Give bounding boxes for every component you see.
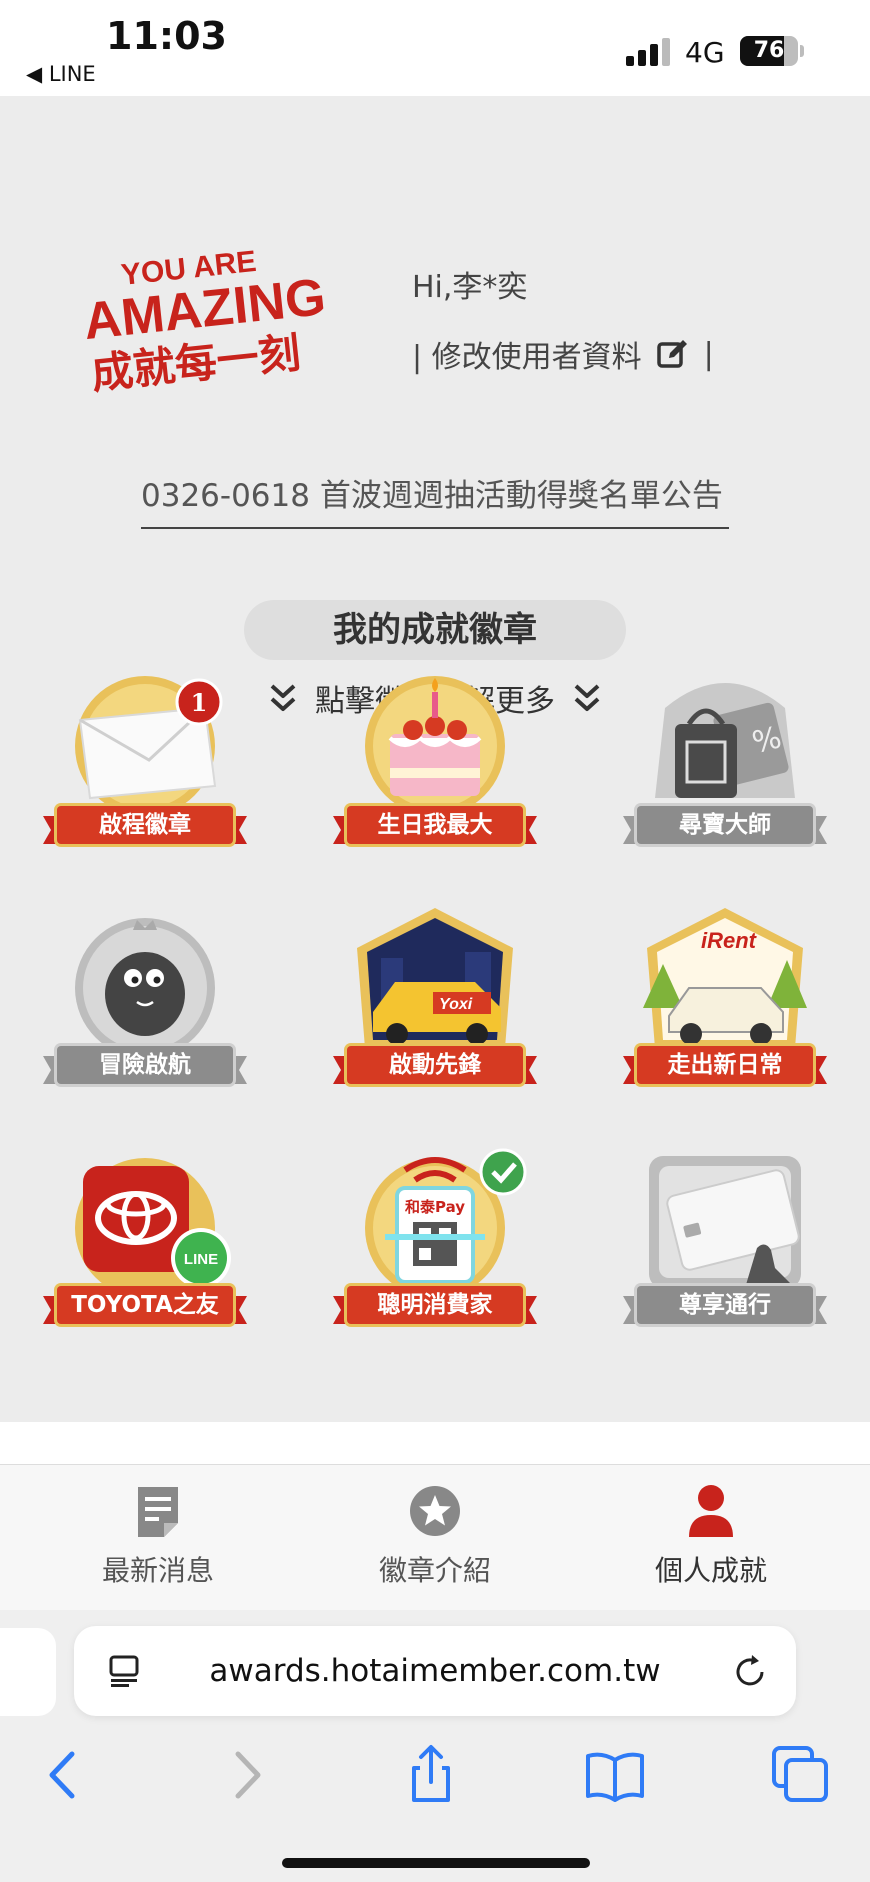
mascot-icon	[75, 918, 215, 1058]
content-card-edge	[0, 1422, 870, 1464]
person-icon	[689, 1485, 733, 1537]
toyota-line-icon: LINE	[75, 1158, 231, 1298]
star-badge-icon	[410, 1486, 460, 1536]
badge-label: 尊享通行	[637, 1286, 813, 1324]
badge-label: 尋寶大師	[637, 806, 813, 844]
badge-label: 啟程徽章	[57, 806, 233, 844]
url-text: awards.hotaimember.com.tw	[209, 1653, 661, 1689]
line-brand: LINE	[184, 1251, 218, 1268]
envelope-icon: 1	[75, 676, 223, 816]
tab-news[interactable]: 最新消息	[58, 1483, 258, 1589]
birthday-cake-icon	[365, 676, 505, 816]
badge-notification-count: 1	[191, 688, 208, 717]
tab-badge-intro-label: 徽章介紹	[378, 1554, 491, 1587]
battery-tip	[800, 45, 804, 57]
badge-adventure-start[interactable]: 冒險啟航	[43, 908, 247, 1098]
share-icon[interactable]	[396, 1740, 466, 1810]
badge-treasure-hunter[interactable]: % 尋寶大師	[623, 668, 827, 858]
badges-section-title: 我的成就徽章	[244, 600, 626, 660]
badge-start-journey[interactable]: 1 啟程徽章	[43, 668, 247, 858]
double-chevron-down-icon	[574, 684, 600, 711]
badge-new-normal[interactable]: iRent 走出新日常	[623, 908, 827, 1098]
main-content: YOU ARE AMAZING 成就每一刻 Hi,李*奕 | 修改使用者資料 |…	[0, 96, 870, 1422]
tab-my-achievements[interactable]: 個人成就	[611, 1483, 811, 1589]
address-bar[interactable]: awards.hotaimember.com.tw	[74, 1626, 796, 1716]
irent-brand: iRent	[701, 928, 758, 953]
home-indicator[interactable]	[282, 1858, 590, 1868]
double-chevron-down-icon	[270, 684, 296, 711]
announcement-link[interactable]: 0326-0618 首波週週抽活動得獎名單公告	[141, 470, 729, 529]
forward-icon[interactable]	[212, 1740, 282, 1810]
badge-vip-pass[interactable]: 尊享通行	[623, 1148, 827, 1338]
status-bar: 11:03 ◀ LINE 4G 76	[0, 0, 870, 96]
edit-icon	[656, 340, 687, 368]
cellular-signal-icon	[626, 38, 670, 66]
taxi-icon: Yoxi	[357, 908, 513, 1048]
reload-icon[interactable]	[732, 1654, 768, 1690]
back-to-app-link[interactable]: ◀ LINE	[26, 62, 96, 86]
member-card-icon	[649, 1156, 801, 1288]
battery-percent: 76	[753, 38, 785, 63]
browser-toolbar: awards.hotaimember.com.tw	[0, 1610, 870, 1882]
badge-label: 走出新日常	[637, 1046, 813, 1084]
edit-profile-label: | 修改使用者資料	[412, 340, 642, 375]
tab-my-achievements-label: 個人成就	[654, 1554, 767, 1587]
badge-label: 生日我最大	[347, 806, 523, 844]
tab-badge-intro[interactable]: 徽章介紹	[335, 1483, 535, 1589]
tabs-icon[interactable]	[766, 1740, 836, 1810]
edit-profile-suffix: |	[703, 336, 714, 372]
back-icon[interactable]	[28, 1740, 98, 1810]
bottom-tab-bar: 最新消息 徽章介紹 個人成就	[0, 1464, 870, 1612]
user-greeting: Hi,李*奕	[412, 270, 528, 305]
badge-smart-consumer[interactable]: 和泰Pay 聰明消費家	[333, 1148, 537, 1338]
you-are-amazing-logo: YOU ARE AMAZING 成就每一刻	[81, 245, 328, 396]
bookmarks-icon[interactable]	[580, 1740, 650, 1810]
badge-label: 聰明消費家	[347, 1286, 523, 1324]
badge-toyota-friend[interactable]: LINE TOYOTA之友	[43, 1148, 247, 1338]
badge-label: TOYOTA之友	[57, 1286, 233, 1324]
news-icon	[138, 1487, 178, 1537]
status-time: 11:03	[106, 14, 227, 58]
hotai-pay-brand: 和泰Pay	[405, 1198, 465, 1216]
badge-birthday[interactable]: 生日我最大	[333, 668, 537, 858]
hotai-pay-icon: 和泰Pay	[365, 1148, 527, 1298]
battery-icon: 76	[740, 36, 798, 66]
tab-news-label: 最新消息	[101, 1554, 214, 1587]
edit-profile-link[interactable]: | 修改使用者資料 |	[412, 332, 714, 376]
shopping-bag-icon: %	[655, 683, 795, 798]
badge-label: 冒險啟航	[57, 1046, 233, 1084]
badge-label: 啟動先鋒	[347, 1046, 523, 1084]
badge-pioneer[interactable]: Yoxi 啟動先鋒	[333, 908, 537, 1098]
network-type: 4G	[685, 36, 725, 69]
svg-text:Yoxi: Yoxi	[439, 996, 473, 1013]
previous-tab-preview[interactable]	[0, 1628, 56, 1716]
irent-car-icon: iRent	[643, 908, 807, 1048]
